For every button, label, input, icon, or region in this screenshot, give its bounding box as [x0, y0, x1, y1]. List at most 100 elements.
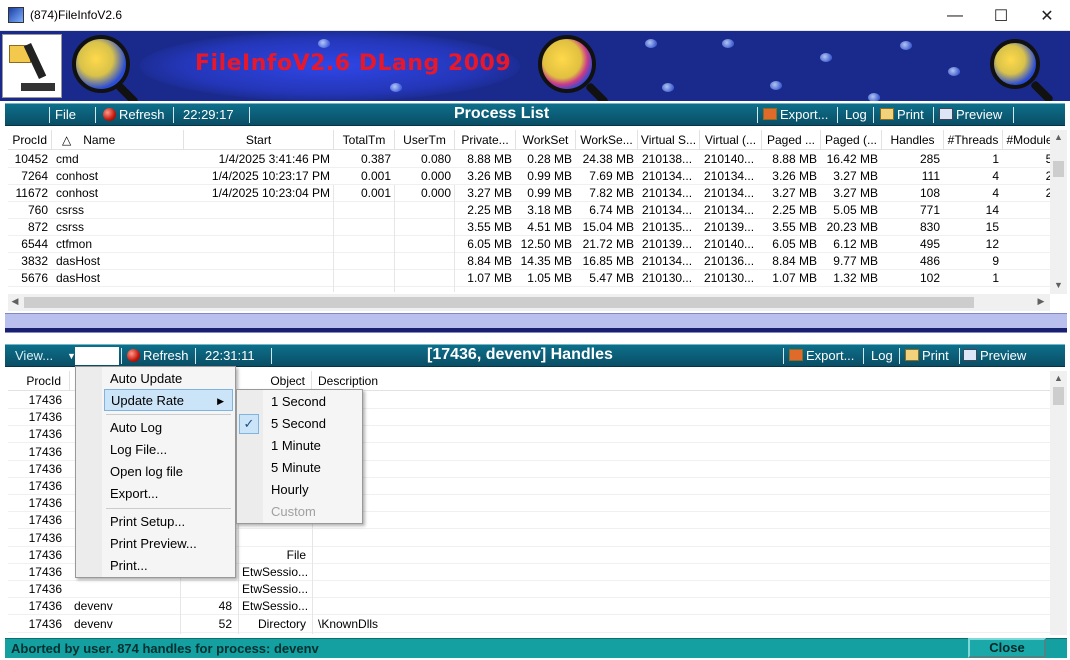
handle-row[interactable] [8, 616, 1050, 633]
refresh-button[interactable]: Refresh [103, 107, 165, 122]
col-header-name[interactable]: △ Name [52, 130, 184, 150]
handles-refresh-button[interactable]: Refresh [127, 348, 189, 363]
banner-title: FileInfoV2.6 DLang 2009 [195, 51, 512, 76]
rate-hourly[interactable]: Hourly [237, 479, 362, 501]
bubble-icon [820, 53, 832, 62]
window-title: (874)FileInfoV2.6 [30, 8, 123, 22]
log-button[interactable]: Log [845, 107, 867, 122]
menu-item-update-rate[interactable]: Update Rate ▶ [104, 389, 233, 411]
pane-splitter[interactable] [5, 313, 1067, 333]
bubble-icon [770, 81, 782, 90]
col-header-threads[interactable]: #Threads [944, 130, 1003, 150]
print-button[interactable]: Print [880, 107, 924, 122]
view-menu[interactable]: View... [15, 348, 53, 363]
col-header-usertm[interactable]: UserTm [395, 130, 455, 150]
menu-item-auto-log[interactable]: Auto Log [76, 417, 235, 439]
process-horizontal-scrollbar[interactable]: ◀ ▶ [8, 294, 1050, 311]
handles-vertical-scrollbar[interactable]: ▲ [1050, 371, 1067, 635]
col-header-procid[interactable]: ProcId [8, 371, 70, 391]
menu-item-print-preview[interactable]: Print Preview... [76, 533, 235, 555]
rate-1-minute[interactable]: 1 Minute [237, 435, 362, 457]
bubble-icon [662, 83, 674, 92]
process-table: ProcId △ Name Start TotalTm UserTm Private... W… [8, 130, 1050, 292]
status-bar: Aborted by user. 874 handles for process… [5, 638, 1067, 658]
process-table-header: ProcId △ Name Start TotalTm UserTm Private... W… [8, 130, 1050, 150]
preview-button[interactable]: Preview [939, 107, 1002, 122]
process-row[interactable] [8, 185, 1050, 202]
update-rate-submenu: 1 Second ✓ 5 Second 1 Minute 5 Minute Ho… [236, 389, 363, 524]
handle-row[interactable] [8, 581, 1050, 598]
file-menu[interactable]: File [55, 107, 76, 122]
handles-toolbar: View... ▼ Refresh 22:31:11 [17436, deven… [5, 344, 1065, 367]
handles-log-button[interactable]: Log [871, 348, 893, 363]
bubble-icon [318, 39, 330, 48]
handles-heading: [17436, devenv] Handles [427, 346, 613, 363]
minimize-button[interactable]: — [932, 0, 978, 31]
process-vertical-scrollbar[interactable]: ▲ ▼ [1050, 130, 1067, 294]
menu-item-export[interactable]: Export... [76, 483, 235, 505]
col-header-workset[interactable]: WorkSet [516, 130, 576, 150]
col-header-start[interactable]: Start [184, 130, 334, 150]
process-list-heading: Process List [454, 105, 550, 122]
col-header-workset-peak[interactable]: WorkSe... [576, 130, 638, 150]
menu-item-auto-update[interactable]: Auto Update [76, 368, 235, 390]
bubble-icon [645, 39, 657, 48]
close-button[interactable]: Close [968, 638, 1046, 658]
menu-item-print[interactable]: Print... [76, 555, 235, 577]
col-header-procid[interactable]: ProcId [8, 130, 52, 150]
process-refresh-time: 22:29:17 [183, 107, 234, 122]
menu-item-log-file[interactable]: Log File... [76, 439, 235, 461]
col-header-modules[interactable]: #Modules [1003, 130, 1050, 150]
app-icon [8, 7, 24, 23]
export-button[interactable]: Export... [763, 107, 828, 122]
col-header-paged-peak[interactable]: Paged (... [821, 130, 882, 150]
process-row[interactable] [8, 151, 1050, 168]
rate-custom: Custom [271, 504, 316, 519]
app-banner: FileInfoV2.6 DLang 2009 [0, 31, 1070, 101]
col-header-object[interactable]: Object [248, 371, 312, 391]
process-row[interactable] [8, 253, 1050, 270]
handle-row[interactable] [8, 633, 1050, 634]
bubble-icon [390, 83, 402, 92]
preview-icon [939, 108, 953, 120]
rate-1-second[interactable]: 1 Second [237, 391, 362, 413]
bubble-icon [900, 41, 912, 50]
menu-item-print-setup[interactable]: Print Setup... [76, 511, 235, 533]
process-row[interactable] [8, 236, 1050, 253]
bubble-icon [868, 93, 880, 101]
refresh-icon [127, 349, 140, 362]
view-menu-open-item[interactable] [75, 347, 119, 365]
col-header-paged[interactable]: Paged ... [762, 130, 821, 150]
process-row[interactable] [8, 168, 1050, 185]
col-header-handles[interactable]: Handles [882, 130, 944, 150]
handles-refresh-time: 22:31:11 [205, 348, 255, 363]
view-dropdown-menu: Auto Update Update Rate ▶ Auto Log Log Fi… [75, 366, 236, 578]
status-message: Aborted by user. 874 handles for process… [11, 641, 319, 656]
refresh-icon [103, 108, 116, 121]
bubble-icon [722, 39, 734, 48]
microscope-logo-icon [2, 34, 62, 98]
col-header-private[interactable]: Private... [455, 130, 516, 150]
rate-5-minute[interactable]: 5 Minute [237, 457, 362, 479]
handles-print-button[interactable]: Print [905, 348, 949, 363]
printer-icon [905, 349, 919, 361]
menu-item-open-log-file[interactable]: Open log file [76, 461, 235, 483]
col-header-virtual-peak[interactable]: Virtual (... [700, 130, 762, 150]
export-icon [763, 108, 777, 120]
handles-preview-button[interactable]: Preview [963, 348, 1026, 363]
preview-icon [963, 349, 977, 361]
col-header-totaltm[interactable]: TotalTm [334, 130, 395, 150]
col-header-description[interactable]: Description [312, 371, 432, 391]
process-row[interactable] [8, 219, 1050, 236]
close-window-button[interactable]: ✕ [1024, 0, 1070, 31]
checkmark-icon: ✓ [239, 414, 259, 434]
title-bar: (874)FileInfoV2.6 — ☐ ✕ [0, 0, 1070, 31]
process-row[interactable] [8, 270, 1050, 287]
col-header-virtual-size[interactable]: Virtual S... [638, 130, 700, 150]
process-row[interactable] [8, 202, 1050, 219]
maximize-button[interactable]: ☐ [978, 0, 1024, 31]
handles-export-button[interactable]: Export... [789, 348, 854, 363]
rate-5-second[interactable]: ✓ 5 Second [237, 413, 362, 435]
submenu-arrow-icon: ▶ [217, 396, 224, 406]
handle-row[interactable] [8, 598, 1050, 615]
